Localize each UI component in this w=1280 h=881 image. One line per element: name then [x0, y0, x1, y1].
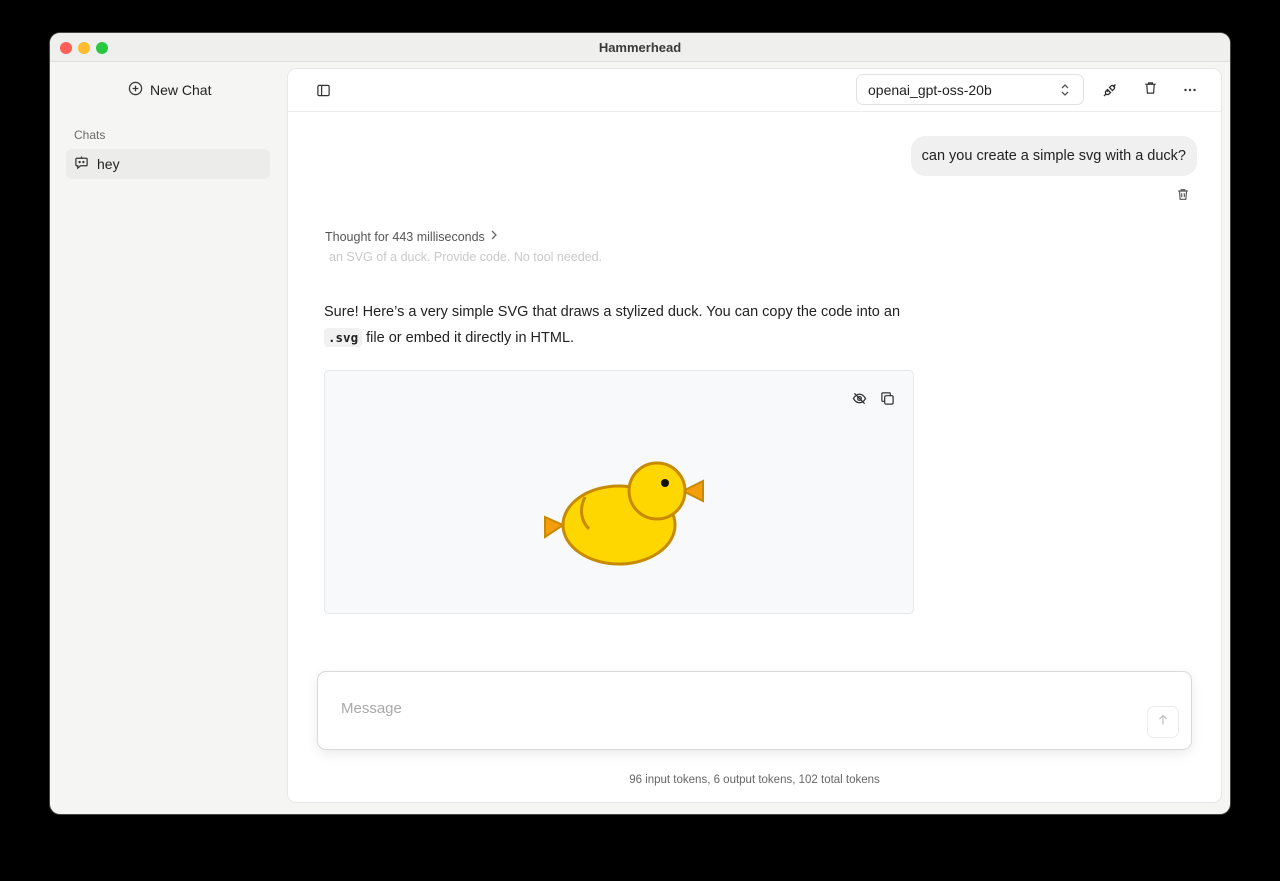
more-horizontal-icon[interactable] — [1180, 80, 1200, 100]
message-composer — [317, 671, 1192, 750]
new-chat-label: New Chat — [150, 82, 212, 98]
chevron-up-down-icon — [1059, 83, 1071, 100]
arrow-up-icon — [1157, 713, 1169, 731]
token-stats: 96 input tokens, 6 output tokens, 102 to… — [629, 774, 880, 786]
chats-heading: Chats — [74, 128, 106, 142]
window-title: Hammerhead — [598, 40, 682, 55]
duck-illustration — [544, 461, 704, 566]
bot-chat-icon — [74, 155, 89, 173]
thought-label: Thought for 443 milliseconds — [325, 229, 485, 244]
model-select[interactable]: openai_gpt-oss-20b — [856, 74, 1084, 105]
thought-toggle[interactable]: Thought for 443 milliseconds — [325, 229, 499, 244]
send-button[interactable] — [1147, 706, 1179, 738]
sidebar: New Chat Chats hey — [50, 62, 287, 814]
chat-panel: openai_gpt-oss-20b can you create a simp… — [287, 68, 1222, 803]
chat-item-label: hey — [97, 156, 120, 172]
answer-text-2: file or embed it directly in HTML. — [366, 330, 575, 346]
chevron-right-icon — [489, 229, 499, 244]
assistant-answer: Sure! Here’s a very simple SVG that draw… — [324, 299, 924, 351]
plug-icon[interactable] — [1100, 80, 1120, 100]
user-message: can you create a simple svg with a duck? — [910, 136, 1197, 176]
copy-icon[interactable] — [878, 389, 896, 407]
svg-preview-card — [324, 370, 914, 614]
delete-message-button[interactable] — [1174, 188, 1192, 206]
model-select-value: openai_gpt-oss-20b — [868, 81, 992, 98]
answer-inline-code: .svg — [324, 328, 363, 347]
trash-icon — [1176, 187, 1190, 207]
message-input[interactable] — [339, 692, 1103, 724]
plus-circle-icon — [128, 81, 143, 99]
thought-preview: an SVG of a duck. Provide code. No tool … — [329, 250, 603, 264]
eye-off-icon[interactable] — [850, 389, 868, 407]
app-window: Hammerhead New Chat Chats hey openai_gpt… — [50, 33, 1230, 814]
trash-icon — [1143, 80, 1158, 101]
sidebar-chat-item[interactable]: hey — [66, 149, 270, 179]
new-chat-button[interactable]: New Chat — [128, 79, 211, 101]
delete-chat-button[interactable] — [1140, 80, 1160, 100]
answer-text-1: Sure! Here’s a very simple SVG that draw… — [324, 304, 901, 320]
chat-toolbar: openai_gpt-oss-20b — [288, 69, 1221, 112]
titlebar: Hammerhead — [50, 33, 1230, 62]
sidebar-toggle-icon[interactable] — [313, 80, 333, 100]
